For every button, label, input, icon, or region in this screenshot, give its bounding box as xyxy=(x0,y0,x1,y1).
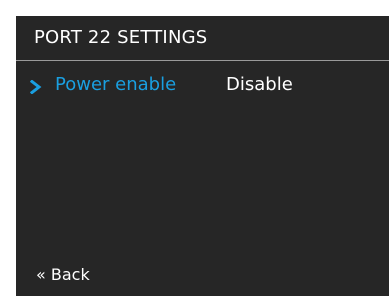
device-screen: PORT 22 SETTINGS Power enable Disable « … xyxy=(16,16,389,296)
back-button[interactable]: « Back xyxy=(36,265,90,284)
setting-value[interactable]: Disable xyxy=(226,74,293,95)
chevron-right-icon xyxy=(29,79,42,95)
setting-row-power-enable[interactable]: Power enable Disable xyxy=(16,72,389,104)
page-title: PORT 22 SETTINGS xyxy=(34,27,208,48)
setting-label: Power enable xyxy=(55,74,177,95)
title-divider xyxy=(16,60,389,61)
